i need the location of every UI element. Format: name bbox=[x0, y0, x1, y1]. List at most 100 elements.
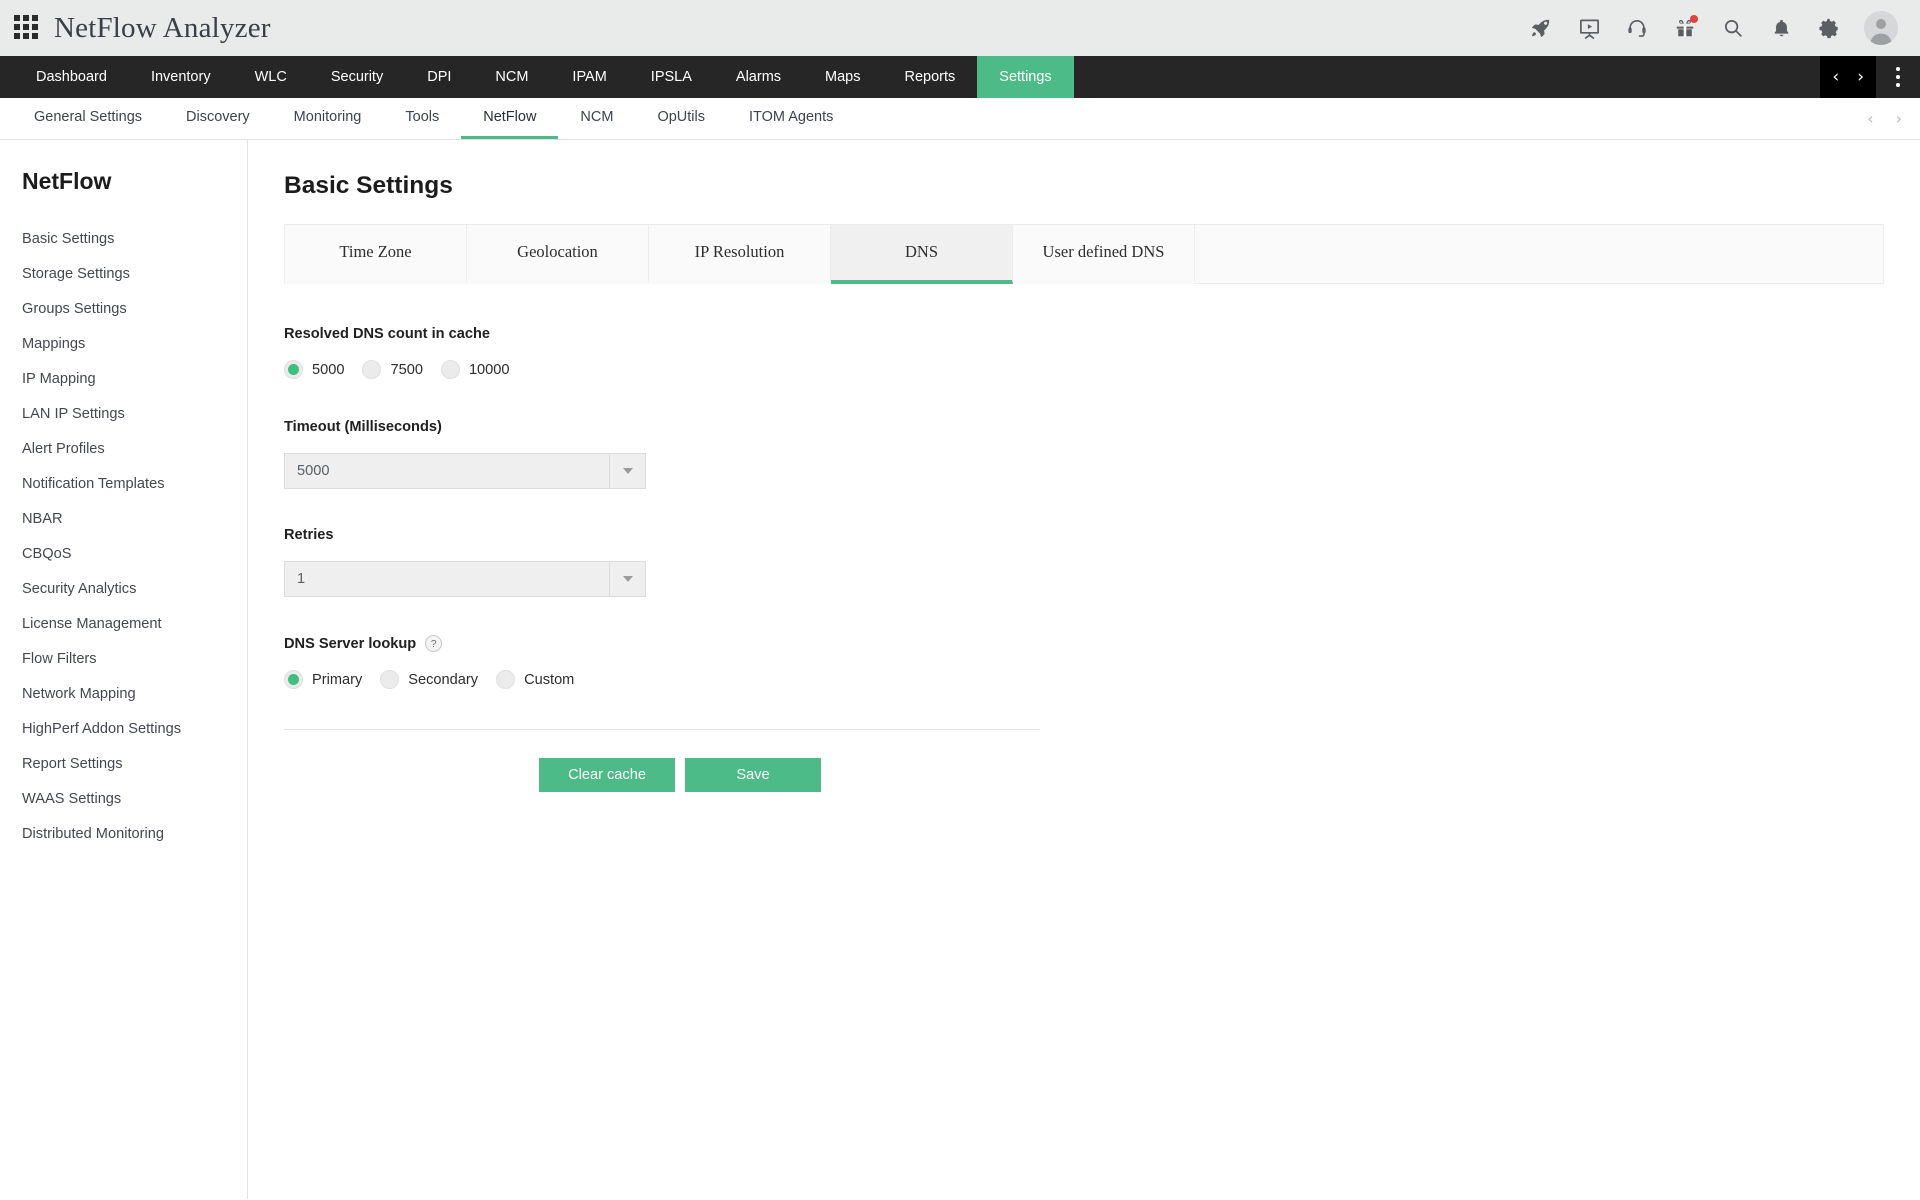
radio-mark-icon bbox=[284, 360, 303, 379]
dns-cache-option-7500[interactable]: 7500 bbox=[362, 360, 422, 379]
timeout-select[interactable]: 5000 bbox=[284, 453, 646, 489]
subnav-item-ncm[interactable]: NCM bbox=[558, 98, 635, 139]
sidebar: NetFlow Basic Settings Storage Settings … bbox=[0, 140, 248, 1199]
dns-lookup-label-text: DNS Server lookup bbox=[284, 636, 416, 652]
sidebar-item-mappings[interactable]: Mappings bbox=[0, 326, 247, 361]
subnav-item-netflow[interactable]: NetFlow bbox=[461, 98, 558, 139]
subnav-item-itom-agents[interactable]: ITOM Agents bbox=[727, 98, 855, 139]
gift-badge-dot bbox=[1690, 15, 1698, 23]
sidebar-item-waas-settings[interactable]: WAAS Settings bbox=[0, 781, 247, 816]
bell-icon[interactable] bbox=[1768, 15, 1794, 41]
sidebar-item-highperf-addon-settings[interactable]: HighPerf Addon Settings bbox=[0, 711, 247, 746]
content-area: Basic Settings Time Zone Geolocation IP … bbox=[248, 140, 1920, 1199]
subnav-chevron-left-icon[interactable]: ‹ bbox=[1867, 111, 1873, 127]
sidebar-item-alert-profiles[interactable]: Alert Profiles bbox=[0, 431, 247, 466]
avatar[interactable] bbox=[1864, 11, 1898, 45]
retries-select[interactable]: 1 bbox=[284, 561, 646, 597]
timeout-label: Timeout (Milliseconds) bbox=[284, 419, 1920, 435]
dns-lookup-option-custom[interactable]: Custom bbox=[496, 670, 574, 689]
gear-icon[interactable] bbox=[1816, 15, 1842, 41]
nav-item-settings[interactable]: Settings bbox=[977, 56, 1073, 98]
dns-cache-option-7500-label: 7500 bbox=[390, 362, 422, 378]
nav-item-ipsla[interactable]: IPSLA bbox=[629, 56, 714, 98]
nav-item-ncm[interactable]: NCM bbox=[473, 56, 550, 98]
sidebar-item-flow-filters[interactable]: Flow Filters bbox=[0, 641, 247, 676]
sidebar-item-network-mapping[interactable]: Network Mapping bbox=[0, 676, 247, 711]
sidebar-item-report-settings[interactable]: Report Settings bbox=[0, 746, 247, 781]
clear-cache-button[interactable]: Clear cache bbox=[539, 758, 675, 792]
rocket-icon[interactable] bbox=[1528, 15, 1554, 41]
presentation-icon[interactable] bbox=[1576, 15, 1602, 41]
nav-item-reports[interactable]: Reports bbox=[883, 56, 978, 98]
dns-lookup-option-primary-label: Primary bbox=[312, 672, 362, 688]
radio-mark-icon bbox=[496, 670, 515, 689]
subnav-item-monitoring[interactable]: Monitoring bbox=[272, 98, 384, 139]
tab-ip-resolution[interactable]: IP Resolution bbox=[649, 225, 831, 284]
sub-navigation: General Settings Discovery Monitoring To… bbox=[0, 98, 1920, 140]
sidebar-item-security-analytics[interactable]: Security Analytics bbox=[0, 571, 247, 606]
sidebar-item-storage-settings[interactable]: Storage Settings bbox=[0, 256, 247, 291]
chevron-left-icon[interactable]: ‹ bbox=[1832, 69, 1839, 86]
nav-item-inventory[interactable]: Inventory bbox=[129, 56, 233, 98]
sidebar-item-nbar[interactable]: NBAR bbox=[0, 501, 247, 536]
dns-cache-label-text: Resolved DNS count in cache bbox=[284, 326, 490, 342]
sidebar-item-ip-mapping[interactable]: IP Mapping bbox=[0, 361, 247, 396]
sidebar-item-distributed-monitoring[interactable]: Distributed Monitoring bbox=[0, 816, 247, 851]
dns-lookup-option-secondary[interactable]: Secondary bbox=[380, 670, 478, 689]
workspace: NetFlow Basic Settings Storage Settings … bbox=[0, 140, 1920, 1199]
dns-cache-option-5000[interactable]: 5000 bbox=[284, 360, 344, 379]
dns-lookup-option-primary[interactable]: Primary bbox=[284, 670, 362, 689]
chevron-right-icon[interactable]: › bbox=[1857, 69, 1864, 86]
chevron-down-icon[interactable] bbox=[609, 454, 645, 488]
page-title: Basic Settings bbox=[284, 172, 1920, 200]
help-icon[interactable]: ? bbox=[425, 635, 442, 652]
tab-time-zone[interactable]: Time Zone bbox=[285, 225, 467, 284]
retries-select-value: 1 bbox=[285, 562, 609, 596]
nav-item-maps[interactable]: Maps bbox=[803, 56, 882, 98]
dns-lookup-option-secondary-label: Secondary bbox=[408, 672, 478, 688]
nav-item-wlc[interactable]: WLC bbox=[233, 56, 309, 98]
timeout-label-text: Timeout (Milliseconds) bbox=[284, 419, 442, 435]
dns-lookup-label: DNS Server lookup ? bbox=[284, 635, 1920, 652]
tab-dns[interactable]: DNS bbox=[831, 225, 1013, 284]
gift-icon[interactable] bbox=[1672, 15, 1698, 41]
dns-cache-option-10000[interactable]: 10000 bbox=[441, 360, 510, 379]
subnav-item-general-settings[interactable]: General Settings bbox=[12, 98, 164, 139]
tabstrip-filler bbox=[1195, 225, 1883, 284]
subnav-chevron-right-icon[interactable]: › bbox=[1896, 111, 1902, 127]
sidebar-item-cbqos[interactable]: CBQoS bbox=[0, 536, 247, 571]
nav-item-dpi[interactable]: DPI bbox=[405, 56, 473, 98]
sidebar-item-lan-ip-settings[interactable]: LAN IP Settings bbox=[0, 396, 247, 431]
main-nav-right: ‹ › bbox=[1820, 56, 1920, 98]
form-actions: Clear cache Save bbox=[284, 758, 1040, 792]
sidebar-list: Basic Settings Storage Settings Groups S… bbox=[0, 221, 247, 851]
dns-settings-form: Resolved DNS count in cache 5000 7500 10… bbox=[284, 284, 1920, 792]
search-icon[interactable] bbox=[1720, 15, 1746, 41]
tab-geolocation[interactable]: Geolocation bbox=[467, 225, 649, 284]
headset-icon[interactable] bbox=[1624, 15, 1650, 41]
radio-mark-icon bbox=[380, 670, 399, 689]
tab-user-defined-dns[interactable]: User defined DNS bbox=[1013, 225, 1195, 284]
sidebar-item-license-management[interactable]: License Management bbox=[0, 606, 247, 641]
apps-grid-icon[interactable] bbox=[14, 15, 40, 41]
dns-cache-radio-group: 5000 7500 10000 bbox=[284, 360, 1920, 379]
subnav-item-tools[interactable]: Tools bbox=[383, 98, 461, 139]
nav-item-alarms[interactable]: Alarms bbox=[714, 56, 803, 98]
nav-item-ipam[interactable]: IPAM bbox=[550, 56, 628, 98]
subnav-item-oputils[interactable]: OpUtils bbox=[635, 98, 727, 139]
dns-lookup-option-custom-label: Custom bbox=[524, 672, 574, 688]
chevron-down-icon[interactable] bbox=[609, 562, 645, 596]
kebab-menu-icon[interactable] bbox=[1876, 56, 1920, 98]
subnav-item-discovery[interactable]: Discovery bbox=[164, 98, 272, 139]
nav-item-dashboard[interactable]: Dashboard bbox=[14, 56, 129, 98]
form-divider bbox=[284, 729, 1040, 730]
nav-item-security[interactable]: Security bbox=[309, 56, 405, 98]
sidebar-item-basic-settings[interactable]: Basic Settings bbox=[0, 221, 247, 256]
dns-cache-option-5000-label: 5000 bbox=[312, 362, 344, 378]
sidebar-item-groups-settings[interactable]: Groups Settings bbox=[0, 291, 247, 326]
save-button[interactable]: Save bbox=[685, 758, 821, 792]
sidebar-item-notification-templates[interactable]: Notification Templates bbox=[0, 466, 247, 501]
app-title: NetFlow Analyzer bbox=[54, 12, 271, 45]
main-navigation: Dashboard Inventory WLC Security DPI NCM… bbox=[0, 56, 1920, 98]
sidebar-title: NetFlow bbox=[0, 168, 247, 195]
